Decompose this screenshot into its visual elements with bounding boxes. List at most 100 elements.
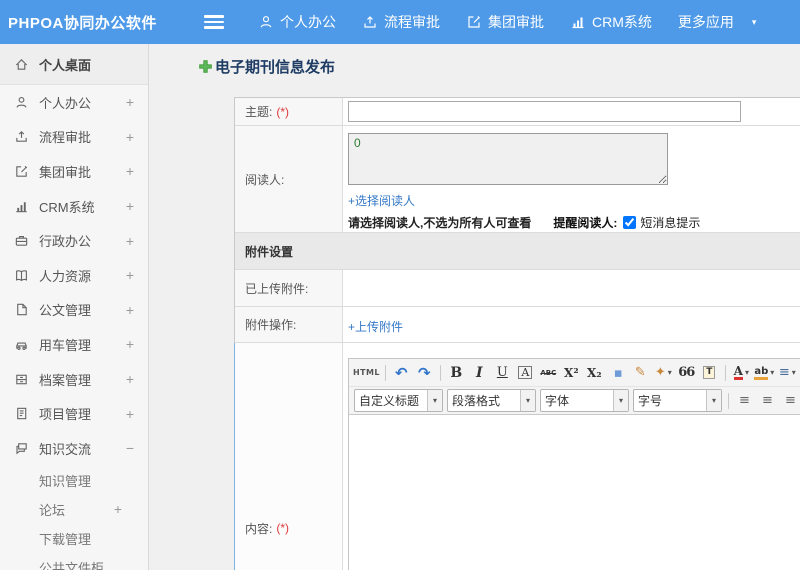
highlight-color-icon[interactable]: ab ▾ — [754, 362, 775, 383]
briefcase-icon — [14, 233, 29, 248]
sidebar-item-personal-desktop[interactable]: 个人桌面 — [0, 44, 148, 85]
nav-personal-office[interactable]: 个人办公 — [258, 12, 336, 32]
sidebar-item-archive-management[interactable]: 档案管理 + — [0, 362, 148, 397]
sidebar-item-crm-system[interactable]: CRM系统 + — [0, 189, 148, 224]
project-icon — [14, 406, 29, 421]
flow-icon — [362, 14, 378, 30]
expand-toggle[interactable]: + — [126, 371, 134, 387]
user-icon — [14, 95, 29, 110]
chart-icon — [570, 14, 586, 30]
expand-toggle[interactable]: + — [126, 129, 134, 145]
sidebar-item-forum[interactable]: 论坛 + — [0, 495, 148, 524]
sidebar: 个人桌面 个人办公 + 流程审批 + 集团审批 + CRM系统 + 行政办公 +… — [0, 44, 149, 570]
font-family-select[interactable]: 字体 ▾ — [540, 389, 629, 412]
attachment-operation-row: 附件操作: +上传附件 — [235, 307, 800, 343]
editor-content[interactable] — [349, 415, 800, 570]
align-right-icon[interactable]: ≡ — [780, 390, 800, 411]
sidebar-item-label: 论坛 — [39, 502, 66, 518]
nav-label: 个人办公 — [280, 14, 336, 30]
sidebar-item-workflow-approval[interactable]: 流程审批 + — [0, 120, 148, 155]
sidebar-item-label: 下载管理 — [39, 531, 92, 547]
nav-workflow-approval[interactable]: 流程审批 — [362, 12, 440, 32]
sidebar-item-document-management[interactable]: 公文管理 + — [0, 293, 148, 328]
font-size-select[interactable]: 字号 ▾ — [633, 389, 722, 412]
attachment-operation-label: 附件操作: — [235, 307, 343, 342]
app-header: PHPOA协同办公软件 个人办公 流程审批 集团审批 CRM系统 更多应用 ▾ — [0, 0, 800, 44]
strikethrough-icon[interactable]: ABC — [538, 362, 559, 383]
ordered-list-icon[interactable]: ≡ ▾ — [777, 362, 798, 383]
expand-toggle[interactable]: + — [126, 233, 134, 249]
choose-reader-link[interactable]: +选择阅读人 — [348, 192, 415, 209]
expand-toggle[interactable]: + — [126, 198, 134, 214]
sidebar-item-human-resources[interactable]: 人力资源 + — [0, 258, 148, 293]
chevron-down-icon: ▾ — [751, 16, 757, 27]
expand-toggle[interactable]: + — [126, 94, 134, 110]
sidebar-item-knowledge-management[interactable]: 知识管理 — [0, 466, 148, 495]
quick-format-icon[interactable]: ✦ ▾ — [653, 362, 674, 383]
document-icon — [14, 302, 29, 317]
sms-remind-checkbox[interactable] — [623, 216, 637, 229]
paste-text-icon[interactable]: T — [699, 362, 720, 383]
expand-toggle[interactable]: + — [126, 267, 134, 283]
sidebar-item-vehicle-management[interactable]: 用车管理 + — [0, 327, 148, 362]
edit-icon — [466, 14, 482, 30]
uploaded-attachments-list — [343, 270, 800, 306]
format-painter-icon[interactable]: ✎ — [630, 362, 651, 383]
paragraph-select[interactable]: 段落格式 ▾ — [447, 389, 536, 412]
sidebar-item-group-approval[interactable]: 集团审批 + — [0, 154, 148, 189]
editor-toolbar-row2: 自定义标题 ▾ 段落格式 ▾ 字体 ▾ 字号 ▾ ≡ ≡ ≡ — [349, 387, 800, 415]
expand-toggle[interactable]: + — [114, 501, 122, 517]
align-left-icon[interactable]: ≡ — [734, 390, 755, 411]
subscript-icon[interactable]: X₂ — [584, 362, 605, 383]
chevron-down-icon: ▾ — [791, 368, 796, 377]
nav-group-approval[interactable]: 集团审批 — [466, 12, 544, 32]
sidebar-item-label: 项目管理 — [39, 407, 92, 423]
sidebar-item-download-management[interactable]: 下载管理 — [0, 524, 148, 553]
italic-icon[interactable]: I — [469, 362, 490, 383]
none-icon — [14, 560, 29, 570]
bold-icon[interactable]: B — [446, 362, 467, 383]
menu-toggle-icon[interactable] — [204, 15, 224, 29]
sidebar-item-label: 集团审批 — [39, 164, 92, 180]
sidebar-item-project-management[interactable]: 项目管理 + — [0, 396, 148, 431]
sidebar-item-personal-office[interactable]: 个人办公 + — [0, 85, 148, 120]
flow-icon — [14, 129, 29, 144]
heading-select[interactable]: 自定义标题 ▾ — [354, 389, 443, 412]
nav-label: 集团审批 — [488, 14, 544, 30]
expand-toggle[interactable]: + — [126, 302, 134, 318]
chevron-down-icon: ▾ — [613, 390, 628, 411]
expand-toggle[interactable]: + — [126, 406, 134, 422]
nav-more-apps[interactable]: 更多应用 ▾ — [678, 12, 757, 32]
font-color-icon[interactable]: A ▾ — [731, 362, 752, 383]
sidebar-item-public-file-cabinet[interactable]: 公共文件柜 — [0, 553, 148, 570]
nav-label: CRM系统 — [592, 14, 652, 30]
nav-crm-system[interactable]: CRM系统 — [570, 12, 652, 32]
sidebar-item-label: 个人桌面 — [39, 57, 92, 73]
redo-icon[interactable]: ↷ — [414, 362, 435, 383]
text-border-icon[interactable]: A — [515, 362, 536, 383]
html-source-button[interactable]: HTML — [353, 362, 380, 383]
undo-icon[interactable]: ↶ — [391, 362, 412, 383]
content-label: 内容: (*) — [235, 343, 343, 570]
align-center-icon[interactable]: ≡ — [757, 390, 778, 411]
expand-toggle[interactable]: + — [126, 163, 134, 179]
sidebar-item-admin-office[interactable]: 行政办公 + — [0, 223, 148, 258]
subject-input[interactable] — [348, 101, 741, 122]
expand-toggle[interactable]: + — [126, 336, 134, 352]
blockquote-icon[interactable]: 66 — [676, 362, 697, 383]
remove-format-icon[interactable]: ◆ — [607, 362, 628, 383]
separator — [724, 364, 726, 381]
reader-textarea[interactable]: 0 — [348, 133, 668, 185]
required-mark: (*) — [276, 521, 290, 535]
expand-toggle[interactable]: − — [126, 440, 134, 456]
main-content: 电子期刊信息发布 主题: (*) 阅读人: 0 +选择阅读人 请选择阅读人,不选… — [149, 44, 800, 570]
top-nav: 个人办公 流程审批 集团审批 CRM系统 更多应用 ▾ — [258, 12, 756, 32]
sidebar-item-label: 公文管理 — [39, 303, 92, 319]
superscript-icon[interactable]: X² — [561, 362, 582, 383]
page-title-text: 电子期刊信息发布 — [215, 59, 336, 76]
underline-icon[interactable]: U — [492, 362, 513, 383]
upload-attachment-link[interactable]: +上传附件 — [348, 318, 403, 335]
separator — [384, 364, 386, 381]
reader-label: 阅读人: — [235, 126, 343, 232]
sidebar-item-knowledge-exchange[interactable]: 知识交流 − — [0, 431, 148, 466]
